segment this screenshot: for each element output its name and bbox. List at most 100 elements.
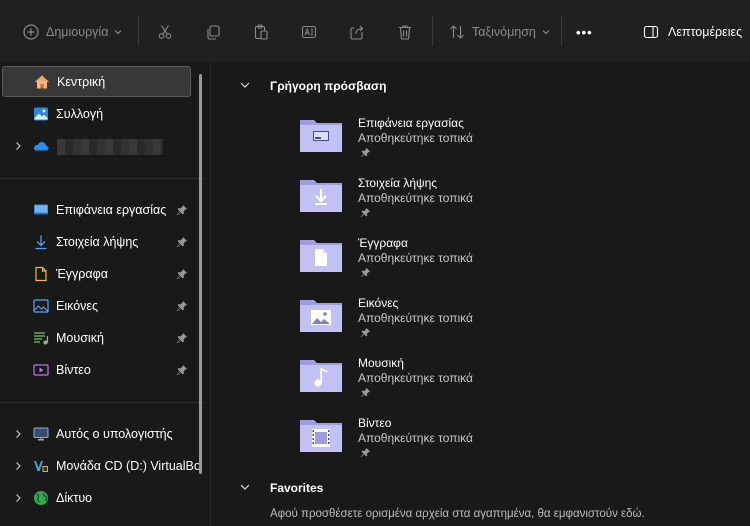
sidebar-item-music[interactable]: Μουσική — [2, 322, 191, 353]
pin-icon — [360, 387, 371, 398]
music-icon — [33, 330, 49, 346]
sidebar-item-onedrive[interactable] — [2, 130, 191, 161]
pin-icon — [176, 204, 188, 216]
sort-button-label: Ταξινόμηση — [472, 25, 536, 39]
delete-button[interactable] — [396, 19, 414, 45]
pictures-folder-icon — [300, 300, 342, 332]
sidebar-item-network[interactable]: Δίκτυο — [2, 482, 191, 513]
sidebar-item-label: Μουσική — [56, 330, 104, 345]
home-icon — [34, 74, 50, 90]
toolbar-separator — [138, 16, 139, 46]
document-icon — [33, 266, 49, 282]
details-button-label: Λεπτομέρειες — [668, 25, 743, 39]
documents-folder-icon — [300, 240, 342, 272]
toolbar-separator — [561, 16, 562, 46]
details-pane-icon — [642, 23, 660, 41]
share-icon — [348, 23, 366, 41]
item-status: Αποθηκεύτηκε τοπικά — [358, 251, 473, 265]
quick-access-item-pictures[interactable]: Εικόνες Αποθηκεύτηκε τοπικά — [298, 294, 658, 350]
sidebar-item-label: Συλλογή — [56, 106, 104, 121]
onedrive-icon — [33, 138, 49, 154]
sidebar-item-gallery[interactable]: Συλλογή — [2, 98, 191, 129]
sidebar-item-label: Αυτός ο υπολογιστής — [56, 426, 173, 441]
chevron-right-icon[interactable] — [13, 140, 23, 150]
pin-icon — [360, 447, 371, 458]
pin-icon — [360, 267, 371, 278]
chevron-down-icon — [114, 25, 122, 39]
pin-icon — [176, 268, 188, 280]
item-status: Αποθηκεύτηκε τοπικά — [358, 191, 473, 205]
rename-icon — [300, 23, 318, 41]
chevron-right-icon[interactable] — [13, 492, 23, 502]
pin-icon — [360, 327, 371, 338]
item-status: Αποθηκεύτηκε τοπικά — [358, 131, 473, 145]
video-icon — [33, 362, 49, 378]
share-button[interactable] — [348, 19, 366, 45]
pin-icon — [176, 236, 188, 248]
rename-button[interactable] — [300, 19, 318, 45]
quick-access-item-videos[interactable]: Βίντεο Αποθηκεύτηκε τοπικά — [298, 414, 658, 470]
sidebar-item-label: Εικόνες — [56, 298, 99, 313]
sidebar-item-this-pc[interactable]: Αυτός ο υπολογιστής — [2, 418, 191, 449]
item-status: Αποθηκεύτηκε τοπικά — [358, 371, 473, 385]
sidebar-item-documents[interactable]: Έγγραφα — [2, 258, 191, 289]
clipboard-icon — [252, 23, 270, 41]
plus-circle-icon — [22, 23, 40, 41]
download-icon — [33, 234, 49, 250]
sidebar-item-desktop[interactable]: Επιφάνεια εργασίας — [2, 194, 191, 225]
more-icon: ••• — [576, 24, 593, 40]
item-name: Έγγραφα — [358, 236, 408, 250]
sidebar-item-label: Δίκτυο — [56, 490, 93, 505]
downloads-folder-icon — [300, 180, 342, 212]
sidebar-item-downloads[interactable]: Στοιχεία λήψης — [2, 226, 191, 257]
trash-icon — [396, 23, 414, 41]
sidebar-item-pictures[interactable]: Εικόνες — [2, 290, 191, 321]
item-name: Βίντεο — [358, 416, 392, 430]
quick-access-item-desktop[interactable]: Επιφάνεια εργασίας Αποθηκεύτηκε τοπικά — [298, 114, 658, 170]
chevron-right-icon[interactable] — [13, 428, 23, 438]
quick-access-item-downloads[interactable]: Στοιχεία λήψης Αποθηκεύτηκε τοπικά — [298, 174, 658, 230]
redacted-account-name — [57, 139, 163, 155]
item-status: Αποθηκεύτηκε τοπικά — [358, 311, 473, 325]
new-button[interactable]: Δημιουργία — [22, 19, 122, 45]
details-button[interactable]: Λεπτομέρειες — [642, 19, 742, 45]
network-globe-icon — [33, 490, 49, 506]
chevron-right-icon[interactable] — [13, 460, 23, 470]
sidebar-divider — [0, 402, 204, 403]
section-title: Γρήγορη πρόσβαση — [270, 79, 387, 93]
sidebar-item-videos[interactable]: Βίντεο — [2, 354, 191, 385]
sidebar-item-label: Έγγραφα — [56, 266, 108, 281]
chevron-down-icon — [239, 79, 251, 94]
pin-icon — [360, 207, 371, 218]
copy-button[interactable] — [204, 19, 222, 45]
item-name: Εικόνες — [358, 296, 399, 310]
gallery-icon — [33, 106, 49, 122]
cut-button[interactable] — [156, 19, 174, 45]
sidebar-item-label: Στοιχεία λήψης — [56, 234, 139, 249]
sidebar-item-label: Βίντεο — [56, 362, 91, 377]
favorites-empty-message: Αφού προσθέσετε ορισμένα αρχεία στα αγαπ… — [270, 508, 645, 520]
quick-access-item-music[interactable]: Μουσική Αποθηκεύτηκε τοπικά — [298, 354, 658, 410]
pin-icon — [360, 147, 371, 158]
quick-access-item-documents[interactable]: Έγγραφα Αποθηκεύτηκε τοπικά — [298, 234, 658, 290]
toolbar-separator — [432, 16, 433, 46]
copy-icon — [204, 23, 222, 41]
videos-folder-icon — [300, 420, 342, 452]
more-options-button[interactable]: ••• — [576, 19, 593, 45]
sidebar-divider — [0, 178, 204, 179]
pin-icon — [176, 300, 188, 312]
pin-icon — [176, 332, 188, 344]
paste-button[interactable] — [252, 19, 270, 45]
sidebar-scrollbar[interactable] — [199, 74, 202, 474]
pictures-icon — [33, 298, 49, 314]
sidebar-item-home[interactable]: Κεντρική — [2, 66, 191, 97]
sort-button[interactable]: Ταξινόμηση — [448, 19, 550, 45]
computer-icon — [33, 426, 49, 442]
chevron-down-icon — [239, 481, 251, 496]
content-pane: Γρήγορη πρόσβαση Επιφάνεια εργασίας Αποθ… — [211, 62, 750, 526]
desktop-folder-icon — [300, 120, 342, 152]
chevron-down-icon — [542, 25, 550, 39]
item-name: Επιφάνεια εργασίας — [358, 116, 464, 130]
sidebar-item-cd-drive[interactable]: Μονάδα CD (D:) VirtualBo — [2, 450, 201, 481]
sidebar-item-label: Κεντρική — [57, 74, 106, 89]
